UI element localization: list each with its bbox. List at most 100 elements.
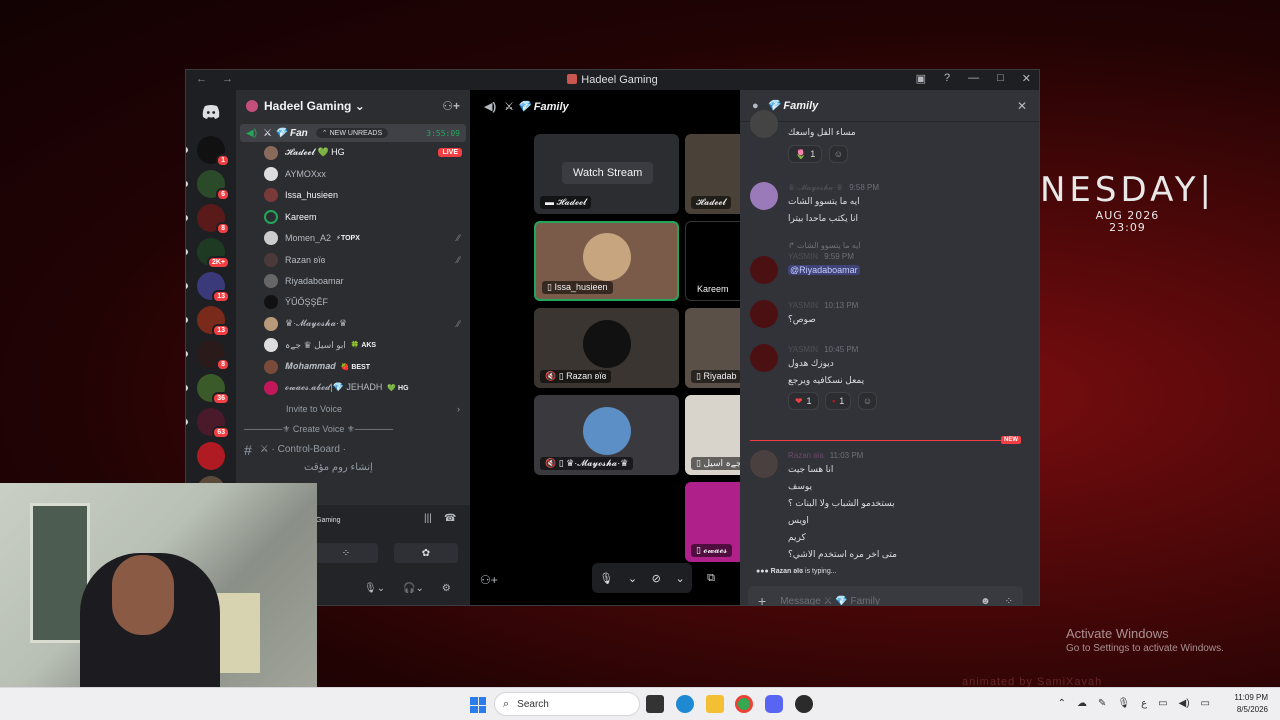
soundboard-button[interactable]: ✿: [394, 543, 458, 563]
video-tile[interactable]: ▯ جےہ اسيل: [685, 395, 740, 475]
voice-user[interactable]: 𝑴𝒐𝒉𝒂𝒎𝒎𝒂𝒅 🍓 BEST: [236, 356, 470, 377]
video-tile[interactable]: ▯ Issa_husieen: [534, 221, 679, 301]
channel-temp-room[interactable]: إنشاء روم مؤقت: [236, 459, 470, 477]
noise-suppression-icon[interactable]: |||: [424, 513, 432, 524]
server-icon[interactable]: 8: [186, 204, 230, 235]
discord-home-button[interactable]: [197, 98, 225, 126]
voice-user[interactable]: Issa_husieen: [236, 185, 470, 206]
server-icon[interactable]: 63: [186, 408, 230, 439]
monitor-icon[interactable]: ▭: [1158, 698, 1167, 709]
apps-icon[interactable]: ⁘: [1005, 596, 1013, 606]
server-icon[interactable]: 13: [186, 272, 230, 303]
reply-preview[interactable]: ايه ما يتسوو الشات: [797, 241, 861, 250]
voice-channel-family[interactable]: ◀) ⚔ 💎 Fan ⌃ NEW UNREADS 3:55:09: [240, 124, 466, 142]
video-tile[interactable]: ▯ 𝓸𝔀𝓪𝓮𝓼: [685, 482, 740, 562]
gear-icon[interactable]: ⚙: [442, 583, 451, 594]
server-icon[interactable]: 36: [186, 374, 230, 405]
video-tile[interactable]: Kareem: [685, 221, 740, 301]
add-reaction-button[interactable]: ☺: [828, 145, 848, 163]
server-icon[interactable]: 6: [186, 170, 230, 201]
chevron-down-icon[interactable]: ⌄: [628, 572, 637, 585]
language-indicator[interactable]: ع: [1141, 698, 1147, 709]
maximize-button[interactable]: □: [997, 72, 1004, 85]
minimize-button[interactable]: —: [968, 72, 979, 85]
stream-tile[interactable]: Watch Stream ▬ 𝓗𝓪𝓭𝓮𝓮𝓵: [534, 134, 679, 214]
guild-header[interactable]: Hadeel Gaming ⌄ ⚇+: [236, 90, 470, 122]
headphones-icon[interactable]: 🎧⌄: [403, 583, 424, 594]
server-icon[interactable]: 13: [186, 306, 230, 337]
voice-user[interactable]: Kareem: [236, 206, 470, 227]
attach-plus-icon[interactable]: +: [758, 593, 766, 605]
inbox-icon[interactable]: ▣: [916, 72, 926, 85]
message-composer[interactable]: + Message ⚔ 💎 Family ☻ ⁘: [748, 586, 1023, 605]
voice-user[interactable]: ابو اسيل ♛ جےہ 🍀 AKS: [236, 335, 470, 356]
activity-icon: ⁘: [341, 547, 351, 559]
close-button[interactable]: ✕: [1022, 72, 1031, 85]
activity-button[interactable]: ⁘: [314, 543, 378, 563]
chevron-down-icon[interactable]: ⌄: [675, 572, 684, 585]
video-tile[interactable]: 🔇 ▯ ♛·𝓜𝓪𝔂𝓸𝓼𝓱𝓪·♛: [534, 395, 679, 475]
message-author[interactable]: YASMIN: [788, 345, 818, 354]
mic-icon[interactable]: 🎙: [1117, 698, 1130, 709]
tile-label: 𝓗𝓪𝓭𝓮𝓮𝓵: [691, 196, 731, 209]
reaction[interactable]: 🌷 1: [788, 145, 823, 163]
server-icon[interactable]: 2K+: [186, 238, 230, 269]
pen-icon[interactable]: ✎: [1098, 698, 1106, 709]
cloud-icon[interactable]: ☁: [1077, 698, 1087, 709]
emoji-icon[interactable]: ☻: [980, 596, 991, 606]
video-tile[interactable]: 𝓗𝓪𝓭𝓮𝓮𝓵: [685, 134, 740, 214]
voice-user[interactable]: ŸŬŐŞŞĚF: [236, 292, 470, 313]
message-author[interactable]: Razan ʚïɞ: [788, 451, 824, 460]
voice-user[interactable]: Momen_A2 ⚡TOPX ⁄⁄: [236, 228, 470, 249]
server-icon[interactable]: [197, 442, 225, 470]
chrome-icon[interactable]: [735, 695, 753, 713]
file-explorer-icon[interactable]: [706, 695, 724, 713]
invite-to-voice[interactable]: Invite to Voice ›: [236, 399, 470, 419]
reaction[interactable]: ❤ 1: [788, 392, 819, 410]
new-unreads-pill[interactable]: ⌃ NEW UNREADS: [315, 128, 389, 138]
clock-time: 11:09 PM: [1234, 693, 1268, 702]
category-create-voice[interactable]: ──────⚜ Create Voice ⚜──────: [236, 419, 470, 441]
video-tile[interactable]: ▯ Riyadab: [685, 308, 740, 388]
microphone-icon[interactable]: 🎙: [599, 572, 613, 585]
server-icon[interactable]: 1: [186, 136, 230, 167]
video-tile[interactable]: 🔇 ▯ Razan ʚïɞ: [534, 308, 679, 388]
message-author[interactable]: YASMIN: [788, 252, 818, 261]
server-icon[interactable]: 8: [186, 340, 230, 371]
help-icon[interactable]: ?: [944, 72, 950, 85]
camera-off-icon[interactable]: ⊘: [652, 572, 661, 585]
discord-taskbar-icon[interactable]: [765, 695, 783, 713]
voice-user[interactable]: 𝓗𝓪𝓭𝓮𝓮𝓵 💚 HG LIVE: [236, 142, 470, 163]
microphone-icon[interactable]: 🎙⌄: [364, 583, 385, 594]
watch-stream-button[interactable]: Watch Stream: [562, 162, 654, 184]
window-title: Hadeel Gaming: [186, 74, 1039, 86]
user-mention[interactable]: @Riyadaboamar: [788, 265, 860, 275]
taskbar-search[interactable]: ⌕ Search: [494, 692, 640, 716]
add-reaction-button[interactable]: ☺: [857, 392, 878, 410]
add-people-icon[interactable]: ⚇+: [480, 573, 498, 587]
add-user-icon[interactable]: ⚇+: [442, 99, 460, 113]
speaker-volume-icon[interactable]: ◀): [1179, 698, 1190, 709]
close-icon[interactable]: ✕: [1017, 99, 1027, 113]
voice-user[interactable]: 𝓸𝔀𝓪𝓮𝓼.𝓪𝓫𝓮𝓭|💎 JEHADH 💚 HG: [236, 377, 470, 398]
tile-label: ▯ 𝓸𝔀𝓪𝓮𝓼: [691, 544, 733, 557]
app-icon[interactable]: [795, 695, 813, 713]
start-button[interactable]: [470, 697, 486, 713]
voice-user[interactable]: Razan ʚïɞ ⁄⁄: [236, 249, 470, 270]
message-author[interactable]: ♛·𝓜𝓪𝔂𝓸𝓼𝓱𝓪·♛: [788, 183, 843, 192]
chevron-up-icon[interactable]: ⌃: [1058, 698, 1066, 709]
channel-control-board[interactable]: # ⚔ · Control-Board ·: [236, 441, 470, 459]
reaction[interactable]: ▪ 1: [825, 392, 852, 410]
taskbar-clock[interactable]: 11:09 PM 8/5/2026: [1234, 692, 1268, 716]
voice-user[interactable]: Riyadaboamar: [236, 270, 470, 291]
message-author[interactable]: YASMIN: [788, 301, 818, 310]
voice-user[interactable]: ♛·𝓜𝓪𝔂𝓸𝓼𝓱𝓪·♛ ⁄⁄: [236, 313, 470, 334]
task-view-icon[interactable]: [646, 695, 664, 713]
voice-user[interactable]: AYMOXxx: [236, 163, 470, 184]
edge-icon[interactable]: [676, 695, 694, 713]
message-input[interactable]: Message ⚔ 💎 Family: [780, 596, 880, 606]
battery-icon[interactable]: ▭: [1201, 698, 1210, 709]
disconnect-icon[interactable]: ☎: [444, 513, 456, 524]
screen-share-button[interactable]: ⧉: [696, 563, 726, 593]
server-pip: [186, 317, 188, 323]
